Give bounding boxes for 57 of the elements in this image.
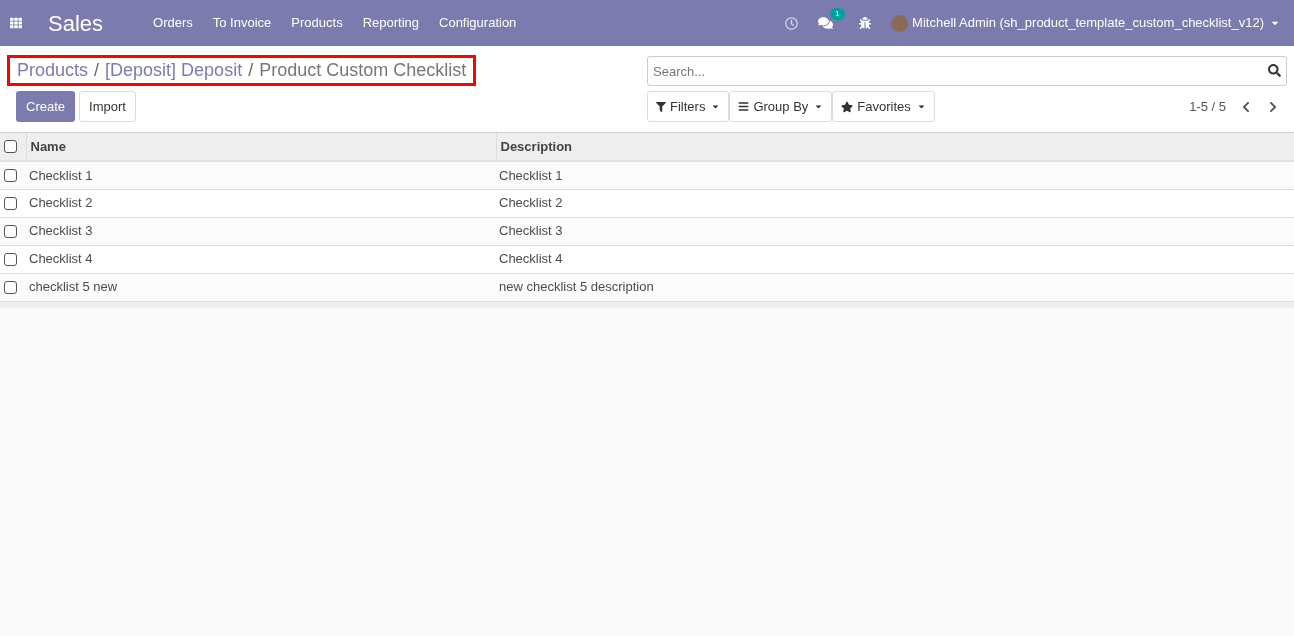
table-cell: new checklist 5 description (499, 279, 654, 295)
breadcrumb-link[interactable]: Products (17, 57, 89, 84)
select-all-checkbox[interactable] (4, 140, 17, 153)
import-button[interactable]: Import (79, 91, 136, 122)
table-cell: Checklist 3 (499, 223, 563, 239)
row-checkbox[interactable] (4, 280, 17, 294)
column-header[interactable]: Description (496, 133, 1294, 161)
pager-value: 1-5 / 5 (1189, 97, 1226, 116)
breadcrumb-separator: / (248, 59, 254, 82)
table-cell: Checklist 4 (499, 251, 563, 267)
table-cell: Checklist 1 (499, 167, 563, 183)
filter-dropdown[interactable]: Group By (729, 91, 833, 122)
menu-item[interactable]: To Invoice (202, 13, 282, 33)
previous-page-icon[interactable] (1241, 100, 1251, 113)
chat-icon[interactable] (818, 16, 834, 30)
table-row[interactable]: Checklist 1 Checklist 1 (0, 161, 1294, 189)
search-field[interactable]: Search... (647, 56, 1287, 86)
filter-icon (656, 101, 666, 112)
table-row[interactable]: Checklist 3 Checklist 3 (0, 217, 1294, 245)
breadcrumb-separator: / (94, 59, 100, 82)
star-icon (841, 100, 854, 113)
table-cell: Checklist 4 (29, 251, 93, 267)
table-row[interactable]: checklist 5 new new checklist 5 description (0, 273, 1294, 301)
user-menu[interactable]: Mitchell Admin (sh_product_template_custom_checklist_v12) (912, 13, 1264, 33)
clock-icon[interactable] (785, 16, 799, 30)
table-row[interactable]: Checklist 2 Checklist 2 (0, 189, 1294, 217)
user-avatar (891, 14, 909, 32)
menu-item[interactable]: Reporting (352, 13, 429, 33)
menu-item[interactable]: Configuration (429, 13, 527, 33)
table-cell: checklist 5 new (29, 279, 118, 295)
apps-menu-icon[interactable] (10, 17, 22, 29)
create-button[interactable]: Create (16, 91, 76, 122)
next-page-icon[interactable] (1268, 100, 1278, 113)
caret-icon (916, 102, 926, 111)
breadcrumb-current: Product Custom Checklist (259, 59, 467, 82)
search-icon[interactable] (1268, 64, 1281, 77)
table-cell: Checklist 1 (29, 167, 93, 183)
app-title: Sales (48, 9, 104, 38)
filter-dropdown[interactable]: Filters (647, 91, 730, 122)
filter-dropdown[interactable]: Favorites (832, 91, 935, 122)
column-header[interactable]: Name (26, 133, 496, 161)
list-icon (738, 101, 750, 112)
caret-icon (711, 102, 721, 111)
notification-badge: 1 (830, 8, 845, 20)
table-cell: Checklist 2 (499, 195, 563, 211)
caret-icon (814, 102, 824, 111)
table-row[interactable]: Checklist 4 Checklist 4 (0, 245, 1294, 273)
bug-icon[interactable] (859, 17, 872, 29)
menu-item[interactable]: Products (281, 13, 353, 33)
row-checkbox[interactable] (4, 196, 17, 210)
row-checkbox[interactable] (4, 252, 17, 266)
breadcrumb-link[interactable]: [Deposit] Deposit (105, 57, 243, 84)
row-checkbox[interactable] (4, 168, 17, 182)
table-cell: Checklist 2 (29, 195, 93, 211)
table-cell: Checklist 3 (29, 223, 93, 239)
menu-item[interactable]: Orders (143, 13, 203, 33)
row-checkbox[interactable] (4, 224, 17, 238)
